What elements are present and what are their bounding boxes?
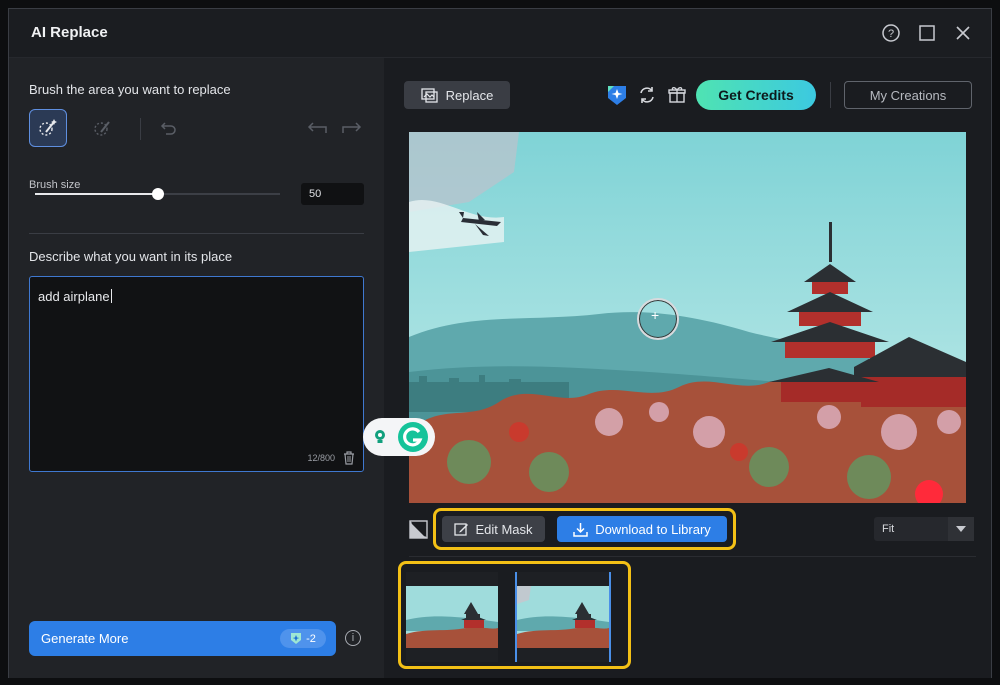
- reset-button[interactable]: [150, 109, 188, 147]
- zoom-select-value: Fit: [882, 523, 895, 535]
- redo-icon: [342, 122, 362, 133]
- download-to-library-button[interactable]: Download to Library: [557, 516, 727, 542]
- help-icon[interactable]: ?: [881, 23, 901, 43]
- brush-size-thumb[interactable]: [151, 188, 164, 200]
- grammarly-icon: [398, 422, 428, 452]
- compare-icon[interactable]: [409, 520, 428, 539]
- brush-cursor: [637, 298, 679, 340]
- lightbulb-icon: [375, 430, 385, 443]
- section-divider: [29, 233, 364, 234]
- get-credits-button[interactable]: Get Credits: [696, 80, 816, 110]
- brush-size-fill: [35, 193, 158, 195]
- window-title: AI Replace: [31, 24, 108, 41]
- reset-icon: [160, 122, 176, 135]
- header-divider: [830, 82, 831, 108]
- brush-size-slider[interactable]: [35, 188, 280, 200]
- credit-cost: -2: [306, 632, 316, 645]
- credit-cost-badge: -2: [280, 629, 326, 648]
- prompt-text: add airplane: [38, 289, 110, 304]
- smart-brush-button[interactable]: [29, 109, 67, 147]
- right-panel: Replace Get Credits My Creations + Edit …: [384, 58, 991, 678]
- ai-credits-icon[interactable]: [606, 84, 628, 106]
- replace-label: Replace: [445, 87, 494, 103]
- trash-icon[interactable]: [343, 451, 355, 465]
- result-thumbnail-selected[interactable]: [515, 572, 611, 662]
- tool-divider: [140, 118, 141, 140]
- edit-mask-button[interactable]: Edit Mask: [442, 516, 545, 542]
- credit-icon: [291, 633, 302, 644]
- ai-replace-window: AI Replace ? Brush the area you want to …: [8, 8, 992, 678]
- brush-size-input[interactable]: 50: [301, 183, 364, 205]
- thumbnail-image: [517, 586, 609, 648]
- svg-text:?: ?: [888, 28, 894, 40]
- char-counter: 12/800: [307, 453, 335, 463]
- results-divider: [409, 556, 976, 557]
- download-icon: [573, 522, 588, 537]
- describe-heading: Describe what you want in its place: [29, 249, 233, 264]
- image-replace-icon: [420, 87, 438, 103]
- download-label: Download to Library: [595, 521, 711, 537]
- replace-tab-button[interactable]: Replace: [404, 81, 510, 109]
- undo-icon: [307, 122, 327, 133]
- zoom-select[interactable]: Fit: [874, 517, 974, 541]
- left-panel: Brush the area you want to replace Brush…: [9, 58, 384, 678]
- thumbnail-image: [406, 586, 498, 648]
- preview-photo: [409, 132, 966, 503]
- brush-size-label: Brush size: [29, 179, 81, 191]
- refresh-icon[interactable]: [637, 85, 657, 105]
- brush-heading: Brush the area you want to replace: [29, 82, 231, 97]
- grammarly-widget[interactable]: [363, 418, 435, 456]
- generate-more-button[interactable]: Generate More -2: [29, 621, 336, 656]
- brush-eraser-icon: [94, 121, 110, 136]
- chevron-down-icon: [948, 517, 974, 541]
- eraser-brush-button[interactable]: [84, 109, 122, 147]
- gift-icon[interactable]: [668, 86, 686, 104]
- prompt-textarea[interactable]: add airplane 12/800: [29, 276, 364, 472]
- maximize-icon[interactable]: [917, 23, 937, 43]
- edit-icon: [454, 522, 469, 536]
- close-icon[interactable]: [953, 23, 973, 43]
- my-creations-button[interactable]: My Creations: [844, 81, 972, 109]
- edit-mask-label: Edit Mask: [475, 521, 533, 537]
- image-preview[interactable]: [409, 132, 966, 503]
- info-icon[interactable]: i: [345, 630, 361, 646]
- generate-more-label: Generate More: [41, 631, 129, 646]
- magic-brush-icon: [39, 119, 57, 136]
- title-bar: AI Replace ?: [9, 9, 991, 58]
- redo-button[interactable]: [332, 109, 370, 147]
- result-thumbnail[interactable]: [406, 572, 498, 662]
